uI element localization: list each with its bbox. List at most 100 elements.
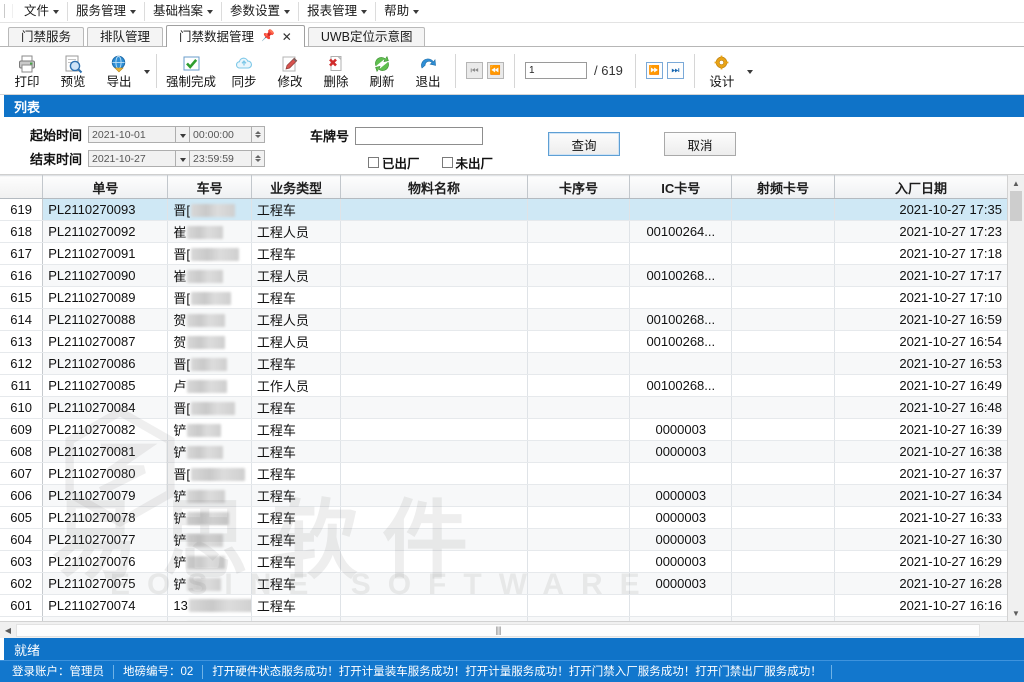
modify-button[interactable]: 修改 — [267, 48, 313, 94]
preview-button[interactable]: 预览 — [50, 48, 96, 94]
prev-page-button[interactable]: ⏪ — [487, 62, 504, 79]
menu-item-help[interactable]: 帮助 — [376, 2, 427, 21]
export-button[interactable]: 导出 — [96, 48, 142, 94]
cell-business-type: 工程车 — [251, 551, 341, 573]
horizontal-scrollbar-thumb[interactable]: |||| — [16, 624, 980, 637]
cell-card-seq — [527, 287, 630, 309]
column-header-order-no[interactable]: 单号 — [43, 176, 168, 199]
vertical-scrollbar[interactable]: ▲ ▼ — [1007, 175, 1024, 621]
cell-material-name — [341, 375, 527, 397]
table-row[interactable]: 616PL2110270090崔工程人员00100268...2021-10-2… — [0, 265, 1007, 287]
table-row[interactable]: 613PL2110270087贺工程人员00100268...2021-10-2… — [0, 331, 1007, 353]
start-date-input[interactable]: 2021-10-01 — [88, 126, 176, 143]
exit-button[interactable]: 退出 — [405, 48, 451, 94]
column-header-rownum[interactable] — [0, 176, 43, 199]
design-label: 设计 — [709, 76, 734, 89]
table-row[interactable]: 611PL2110270085卢工作人员00100268...2021-10-2… — [0, 375, 1007, 397]
cell-entry-date: 2021-10-27 17:10 — [834, 287, 1007, 309]
menu-item-report-management[interactable]: 报表管理 — [299, 2, 376, 21]
cell-entry-date: 2021-10-27 16:33 — [834, 507, 1007, 529]
column-header-plate-no[interactable]: 车号 — [168, 176, 251, 199]
menu-item-basic-archive[interactable]: 基础档案 — [145, 2, 222, 21]
table-row[interactable]: 606PL2110270079铲工程车00000032021-10-27 16:… — [0, 485, 1007, 507]
end-time-input[interactable]: 23:59:59 — [190, 150, 252, 167]
column-header-ic-card-no[interactable]: IC卡号 — [630, 176, 732, 199]
not-out-checkbox[interactable] — [442, 157, 453, 168]
design-dropdown-button[interactable] — [745, 48, 755, 94]
menu-item-service-management[interactable]: 服务管理 — [68, 2, 145, 21]
cell-ic-card-no: 0000003 — [630, 529, 732, 551]
table-row[interactable]: 617PL2110270091晋[工程车2021-10-27 17:18 — [0, 243, 1007, 265]
end-time-stepper[interactable] — [252, 150, 265, 167]
scroll-down-icon[interactable]: ▼ — [1008, 605, 1024, 621]
column-header-entry-date[interactable]: 入厂日期 — [834, 176, 1007, 199]
redacted-plate-block — [187, 534, 223, 547]
vertical-scrollbar-thumb[interactable] — [1010, 191, 1022, 221]
force-complete-button[interactable]: 强制完成 — [161, 48, 221, 94]
column-header-rf-card-no[interactable]: 射频卡号 — [732, 176, 835, 199]
start-date-dropdown-button[interactable] — [176, 126, 190, 143]
table-row[interactable]: 601PL211027007413工程车2021-10-27 16:16 — [0, 595, 1007, 617]
status-scale-no: 地磅编号：02 — [114, 665, 203, 679]
cell-order-no: PL2110270085 — [43, 375, 168, 397]
horizontal-scrollbar[interactable]: ◀ |||| — [0, 621, 1024, 638]
tab-queue-management[interactable]: 排队管理 — [87, 27, 163, 46]
start-time-input[interactable]: 00:00:00 — [190, 126, 252, 143]
table-row[interactable]: 614PL2110270088贺工程人员00100268...2021-10-2… — [0, 309, 1007, 331]
redacted-plate-block — [187, 314, 225, 327]
export-dropdown-button[interactable] — [142, 48, 152, 94]
first-page-button[interactable]: ⏮ — [466, 62, 483, 79]
cell-card-seq — [527, 265, 630, 287]
table-row[interactable]: 604PL2110270077铲工程车00000032021-10-27 16:… — [0, 529, 1007, 551]
design-button[interactable]: 设计 — [699, 48, 745, 94]
cell-business-type: 工程车 — [251, 397, 341, 419]
cell-card-seq — [527, 309, 630, 331]
plate-visible-prefix: 贺 — [173, 335, 186, 350]
table-row[interactable]: 609PL2110270082铲工程车00000032021-10-27 16:… — [0, 419, 1007, 441]
tab-access-service[interactable]: 门禁服务 — [8, 27, 84, 46]
table-row[interactable]: 605PL2110270078铲工程车00000032021-10-27 16:… — [0, 507, 1007, 529]
table-row[interactable]: 602PL2110270075铲工程车00000032021-10-27 16:… — [0, 573, 1007, 595]
query-button[interactable]: 查询 — [548, 132, 620, 156]
refresh-button[interactable]: 刷新 — [359, 48, 405, 94]
cancel-button[interactable]: 取消 — [664, 132, 736, 156]
table-row[interactable]: 615PL2110270089晋[工程车2021-10-27 17:10 — [0, 287, 1007, 309]
toolbar-separator — [694, 54, 695, 88]
table-row[interactable]: 607PL2110270080晋[工程车2021-10-27 16:37 — [0, 463, 1007, 485]
table-row[interactable]: 603PL2110270076铲工程车00000032021-10-27 16:… — [0, 551, 1007, 573]
scroll-left-icon[interactable]: ◀ — [0, 623, 16, 638]
column-header-business-type[interactable]: 业务类型 — [251, 176, 341, 199]
table-row[interactable]: 610PL2110270084晋[工程车2021-10-27 16:48 — [0, 397, 1007, 419]
end-date-dropdown-button[interactable] — [176, 150, 190, 167]
print-button[interactable]: 打印 — [4, 48, 50, 94]
table-row[interactable]: 608PL2110270081铲工程车00000032021-10-27 16:… — [0, 441, 1007, 463]
plate-number-input[interactable] — [355, 127, 483, 145]
menu-item-file[interactable]: 文件 — [16, 2, 68, 21]
sync-button[interactable]: 同步 — [221, 48, 267, 94]
menu-item-parameter-settings[interactable]: 参数设置 — [222, 2, 299, 21]
start-time-stepper[interactable] — [252, 126, 265, 143]
end-date-input[interactable]: 2021-10-27 — [88, 150, 176, 167]
pin-icon[interactable]: 📌 — [261, 31, 275, 42]
tab-uwb-location-diagram[interactable]: UWB定位示意图 — [308, 27, 426, 46]
column-header-card-seq[interactable]: 卡序号 — [527, 176, 630, 199]
page-number-input[interactable] — [525, 62, 587, 79]
cell-business-type: 工程车 — [251, 463, 341, 485]
table-row[interactable]: 600PL2110270073贺工程人员00100268...2021-10-2… — [0, 617, 1007, 622]
not-out-checkbox-wrap[interactable]: 未出厂 — [442, 153, 494, 172]
delete-button[interactable]: 删除 — [313, 48, 359, 94]
next-page-button[interactable]: ⏩ — [646, 62, 663, 79]
cell-card-seq — [527, 441, 630, 463]
vertical-scrollbar-track[interactable] — [1008, 221, 1024, 605]
table-row[interactable]: 618PL2110270092崔工程人员00100264...2021-10-2… — [0, 221, 1007, 243]
table-row[interactable]: 612PL2110270086晋[工程车2021-10-27 16:53 — [0, 353, 1007, 375]
close-icon[interactable]: ✕ — [282, 31, 292, 43]
already-out-checkbox-wrap[interactable]: 已出厂 — [368, 153, 420, 172]
already-out-checkbox[interactable] — [368, 157, 379, 168]
menu-drag-grip[interactable] — [4, 4, 13, 18]
column-header-material-name[interactable]: 物料名称 — [341, 176, 527, 199]
last-page-button[interactable]: ⏭ — [667, 62, 684, 79]
scroll-up-icon[interactable]: ▲ — [1008, 175, 1024, 191]
table-row[interactable]: 619PL2110270093晋[工程车2021-10-27 17:35 — [0, 199, 1007, 221]
tab-access-data-management[interactable]: 门禁数据管理 📌 ✕ — [166, 25, 305, 47]
